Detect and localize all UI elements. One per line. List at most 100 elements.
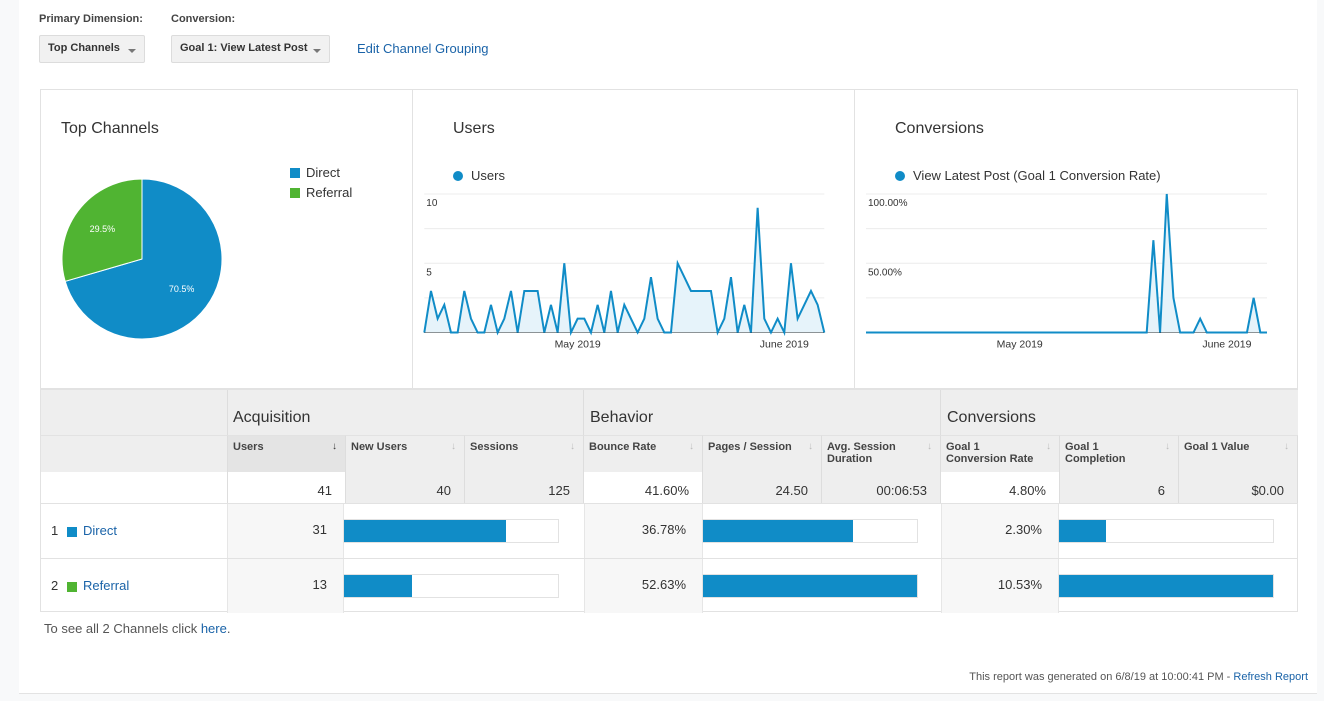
conversion-rate-bar-fill xyxy=(1059,575,1273,597)
users-bar-fill xyxy=(344,575,412,597)
x-tick-label: June 2019 xyxy=(1202,339,1251,351)
column-header-goal-1-completion[interactable]: Goal 1 Completion ↓ xyxy=(1060,435,1179,472)
total-goal-1-completion: 6 xyxy=(1060,472,1179,503)
column-header-label: Goal 1 Conversion Rate xyxy=(946,441,1034,465)
conversion-dropdown[interactable]: Goal 1: View Latest Post xyxy=(171,35,330,63)
channel-link[interactable]: Referral xyxy=(83,578,129,593)
total-new-users: 40 xyxy=(346,472,465,503)
edit-channel-grouping-link[interactable]: Edit Channel Grouping xyxy=(357,41,489,56)
refresh-report-link[interactable]: Refresh Report xyxy=(1233,671,1308,683)
generated-timestamp: This report was generated on 6/8/19 at 1… xyxy=(969,671,1234,683)
channel-color-swatch xyxy=(67,527,77,537)
primary-dimension-label: Primary Dimension: xyxy=(39,13,143,25)
see-all-prefix: To see all 2 Channels click xyxy=(44,621,201,636)
row-rank: 1 xyxy=(51,523,59,538)
dimension-header-blank xyxy=(41,390,228,435)
sort-arrow-icon[interactable]: ↓ xyxy=(927,441,932,453)
conversion-rate-bar xyxy=(1058,519,1274,543)
column-header-label: Sessions xyxy=(470,441,519,453)
total-sessions: 125 xyxy=(465,472,584,503)
report-footer: This report was generated on 6/8/19 at 1… xyxy=(969,671,1308,683)
legend-item-referral[interactable]: Referral xyxy=(290,185,352,200)
table-row: 1 Direct 31 36.78% 2.30% xyxy=(41,503,1297,558)
column-header-bounce-rate[interactable]: Bounce Rate ↓ xyxy=(584,435,703,472)
column-header-label: Bounce Rate xyxy=(589,441,657,453)
primary-dimension-dropdown[interactable]: Top Channels xyxy=(39,35,145,63)
users-value: 31 xyxy=(227,504,344,558)
sort-arrow-icon[interactable]: ↓ xyxy=(570,441,575,453)
x-tick-label: May 2019 xyxy=(555,339,601,351)
column-header-new-users[interactable]: New Users ↓ xyxy=(346,435,465,472)
sort-arrow-icon[interactable]: ↓ xyxy=(332,441,337,453)
see-all-text: To see all 2 Channels click here. xyxy=(44,621,230,636)
column-header-goal-1-value[interactable]: Goal 1 Value ↓ xyxy=(1179,435,1298,472)
sort-arrow-icon[interactable]: ↓ xyxy=(1165,441,1170,453)
table-row: 2 Referral 13 52.63% 10.53% xyxy=(41,558,1297,613)
x-tick-label: June 2019 xyxy=(760,339,809,351)
channel-link[interactable]: Direct xyxy=(83,523,117,538)
total-goal-1-value: $0.00 xyxy=(1179,472,1298,503)
dimension-column-header xyxy=(41,435,228,472)
conversions-line-chart: 100.00% 50.00% May 2019 June 2019 xyxy=(865,193,1268,351)
group-behavior: Behavior xyxy=(584,390,941,435)
conversion-label: Conversion: xyxy=(171,13,236,25)
see-all-suffix: . xyxy=(226,621,231,636)
legend-swatch-referral xyxy=(290,188,300,198)
column-header-goal-1-conversion-rate[interactable]: Goal 1 Conversion Rate ↓ xyxy=(941,435,1060,472)
y-tick-label: 5 xyxy=(426,267,432,278)
legend-swatch-direct xyxy=(290,168,300,178)
column-header-avg-session-duration[interactable]: Avg. Session Duration ↓ xyxy=(822,435,941,472)
column-header-pages-session[interactable]: Pages / Session ↓ xyxy=(703,435,822,472)
column-header-label: Users xyxy=(233,441,264,453)
users-bar-fill xyxy=(344,520,506,542)
pie-slice-label: 29.5% xyxy=(90,224,116,234)
total-bounce-rate: 41.60% xyxy=(584,472,703,503)
legend-item-direct[interactable]: Direct xyxy=(290,165,340,180)
group-conversions: Conversions xyxy=(941,390,1298,435)
bounce-rate-bar xyxy=(702,519,918,543)
total-avg-session-duration: 00:06:53 xyxy=(822,472,941,503)
conversion-value: Goal 1: View Latest Post xyxy=(180,42,308,54)
column-header-label: Pages / Session xyxy=(708,441,792,453)
bounce-rate-value: 52.63% xyxy=(584,559,703,613)
total-pages-session: 24.50 xyxy=(703,472,822,503)
see-all-link[interactable]: here xyxy=(201,621,227,636)
users-bar xyxy=(343,574,559,598)
column-header-label: Goal 1 Completion xyxy=(1065,441,1126,465)
sort-arrow-icon[interactable]: ↓ xyxy=(1284,441,1289,453)
channel-color-swatch xyxy=(67,582,77,592)
conversion-rate-bar-fill xyxy=(1059,520,1106,542)
sort-arrow-icon[interactable]: ↓ xyxy=(689,441,694,453)
primary-dimension-value: Top Channels xyxy=(48,42,120,54)
caret-down-icon xyxy=(128,49,136,53)
top-channels-panel: Top Channels 70.5% 29.5% Direct Referral xyxy=(40,89,413,389)
users-line-chart: 10 5 May 2019 June 2019 xyxy=(423,193,826,351)
conversion-rate-value: 2.30% xyxy=(941,504,1059,558)
pie-slice-label: 70.5% xyxy=(169,284,195,294)
column-header-label: New Users xyxy=(351,441,408,453)
sort-arrow-icon[interactable]: ↓ xyxy=(1046,441,1051,453)
users-value: 13 xyxy=(227,559,344,613)
total-users: 41 xyxy=(228,472,346,503)
total-goal-1-conversion-rate: 4.80% xyxy=(941,472,1060,503)
group-acquisition: Acquisition xyxy=(228,390,584,435)
column-header-sessions[interactable]: Sessions ↓ xyxy=(465,435,584,472)
bounce-rate-bar-fill xyxy=(703,575,917,597)
column-header-label: Goal 1 Value xyxy=(1184,441,1250,453)
caret-down-icon xyxy=(313,49,321,53)
bounce-rate-value: 36.78% xyxy=(584,504,703,558)
y-tick-label: 50.00% xyxy=(868,267,902,278)
sort-arrow-icon[interactable]: ↓ xyxy=(451,441,456,453)
conversions-panel: Conversions View Latest Post (Goal 1 Con… xyxy=(854,89,1298,389)
y-tick-label: 100.00% xyxy=(868,198,908,209)
conversion-rate-value: 10.53% xyxy=(941,559,1059,613)
channels-table: Acquisition Behavior Conversions Users ↓ N… xyxy=(40,389,1298,613)
y-tick-label: 10 xyxy=(426,198,438,209)
totals-label-cell xyxy=(41,472,228,503)
row-rank: 2 xyxy=(51,578,59,593)
column-header-users[interactable]: Users ↓ xyxy=(228,435,346,472)
bounce-rate-bar xyxy=(702,574,918,598)
legend-label: Referral xyxy=(306,185,353,200)
sort-arrow-icon[interactable]: ↓ xyxy=(808,441,813,453)
pie-chart: 70.5% 29.5% xyxy=(61,178,223,340)
